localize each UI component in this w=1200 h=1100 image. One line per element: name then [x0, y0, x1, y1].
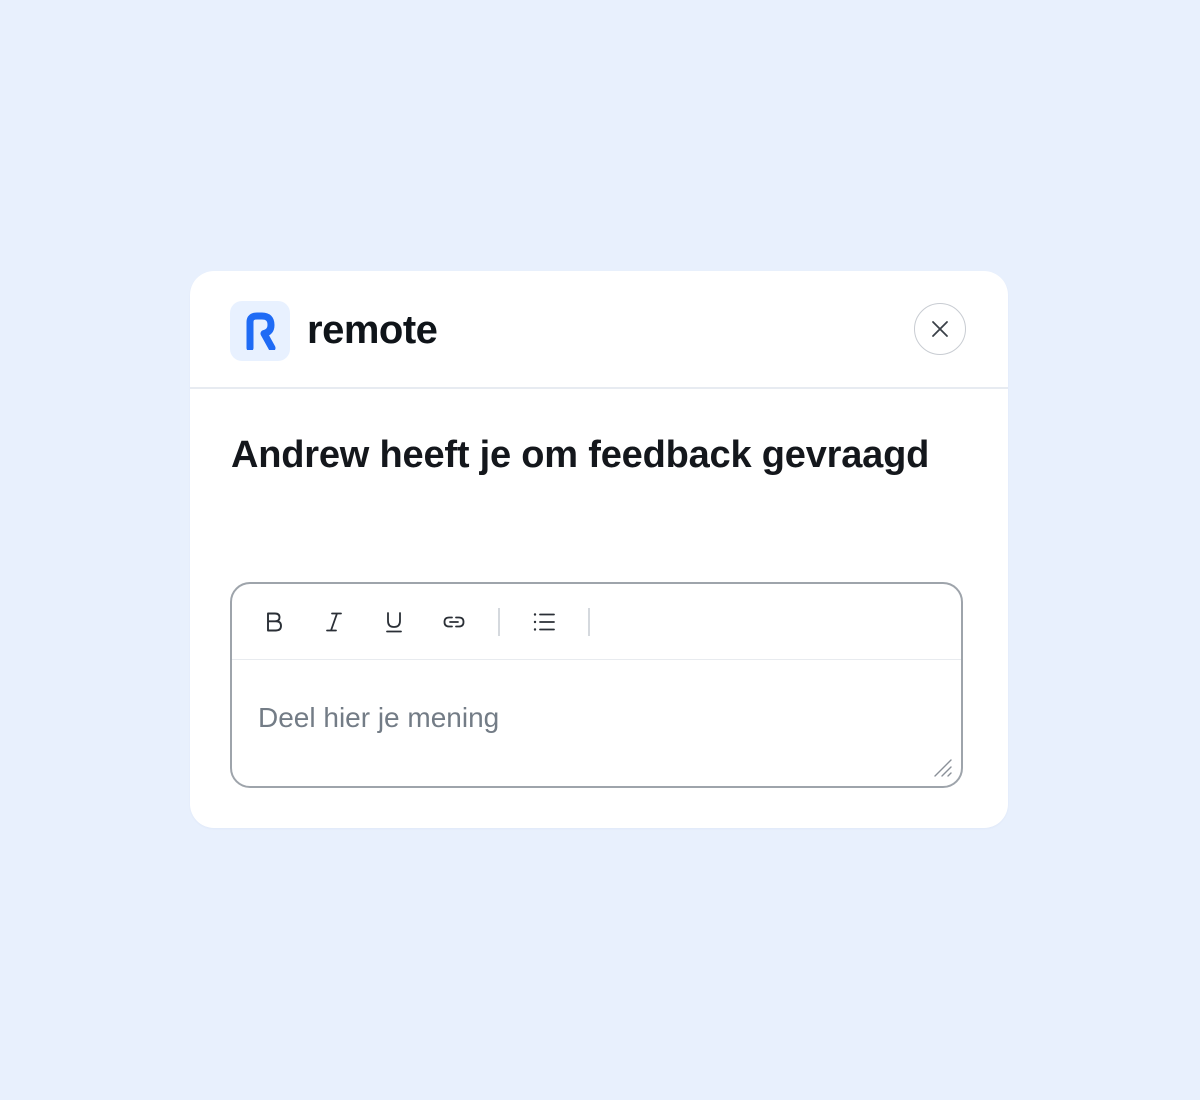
- remote-logo: [230, 301, 290, 361]
- resize-handle[interactable]: [931, 756, 953, 778]
- dialog-title: Andrew heeft je om feedback gevraagd: [231, 434, 930, 476]
- editor-toolbar: [232, 584, 961, 660]
- remote-logo-icon: [246, 312, 276, 350]
- bulleted-list-button[interactable]: [524, 602, 564, 642]
- resize-grip-icon: [934, 759, 952, 777]
- underline-icon: [386, 612, 402, 633]
- feedback-input[interactable]: [258, 700, 908, 736]
- close-icon: [932, 321, 948, 337]
- link-icon: [443, 616, 465, 628]
- toolbar-divider: [498, 608, 500, 636]
- underline-button[interactable]: [374, 602, 414, 642]
- toolbar-divider: [588, 608, 590, 636]
- close-button[interactable]: [914, 303, 966, 355]
- link-button[interactable]: [434, 602, 474, 642]
- italic-button[interactable]: [314, 602, 354, 642]
- bold-icon: [267, 612, 282, 632]
- bold-button[interactable]: [254, 602, 294, 642]
- brand-name: remote: [307, 308, 438, 352]
- feedback-dialog: remote Andrew heeft je om feedback gevra…: [190, 271, 1008, 828]
- feedback-editor: [230, 582, 963, 788]
- italic-icon: [326, 612, 342, 632]
- bulleted-list-icon: [533, 613, 555, 631]
- dialog-header: remote: [190, 271, 1008, 389]
